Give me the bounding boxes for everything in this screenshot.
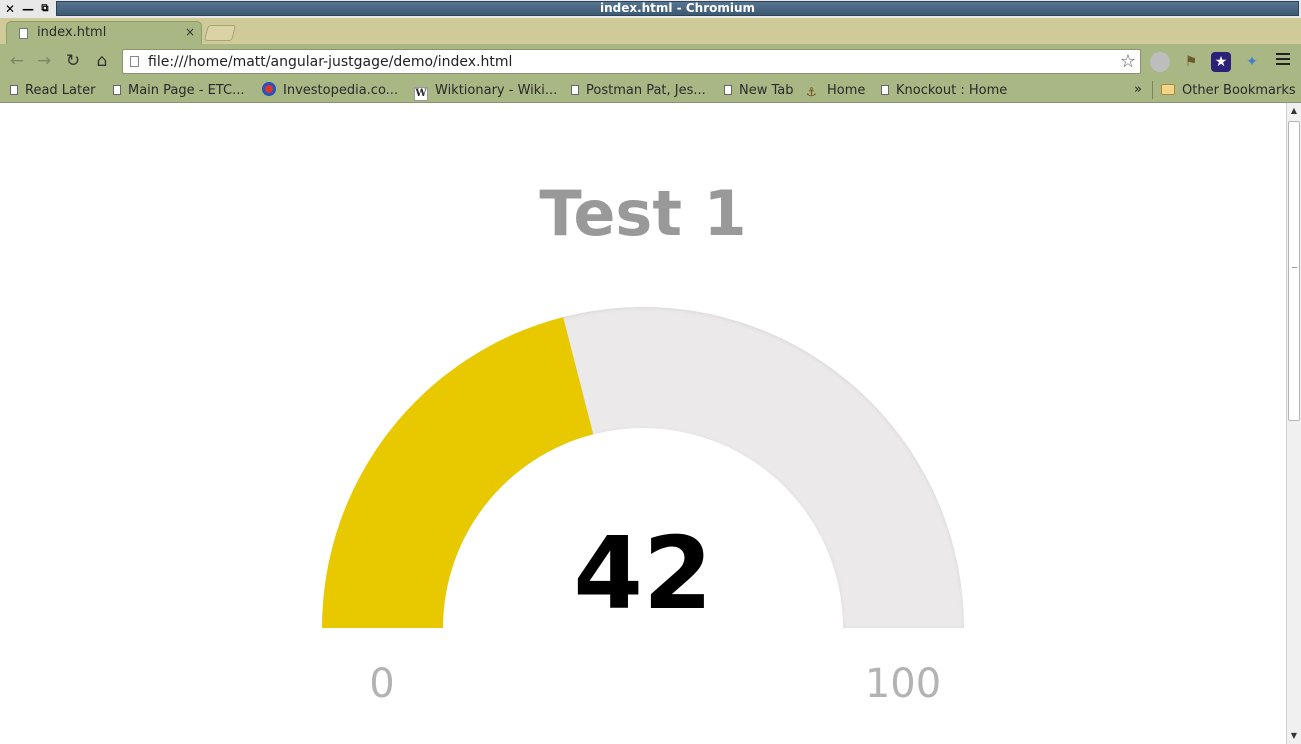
bookmark-label: Main Page - ETC... <box>128 83 245 98</box>
tab-label: index.html <box>37 25 107 40</box>
bookmarks-bar: Read Later Main Page - ETC... Investoped… <box>0 78 1301 103</box>
page-icon <box>10 85 18 95</box>
window-restore-button[interactable]: ⧉ <box>38 2 52 16</box>
ghostery-icon[interactable] <box>1150 52 1170 72</box>
window-titlebar: ✕ — ⧉ index.html - Chromium <box>0 0 1301 18</box>
bookmark-label: Postman Pat, Jes... <box>586 83 706 98</box>
space-icon[interactable]: ★ <box>1211 52 1231 72</box>
menu-icon[interactable] <box>1276 53 1290 67</box>
investopedia-icon <box>262 82 276 96</box>
scroll-thumb[interactable] <box>1288 121 1300 421</box>
scroll-down-icon[interactable]: ▼ <box>1287 730 1301 742</box>
page-icon <box>19 28 28 39</box>
home-icon[interactable]: ⌂ <box>91 50 113 72</box>
bookmark-label: Home <box>827 83 866 98</box>
scroll-up-icon[interactable]: ▲ <box>1287 105 1301 117</box>
bookmark-knockout[interactable]: Knockout : Home <box>881 82 1007 100</box>
bookmark-wiktionary[interactable]: W Wiktionary - Wiki... <box>414 82 558 101</box>
window-title: index.html - Chromium <box>599 1 756 15</box>
tab-close-icon[interactable]: × <box>185 25 195 39</box>
bookmark-postman-pat[interactable]: Postman Pat, Jes... <box>571 82 706 100</box>
bookmark-label: Knockout : Home <box>896 83 1008 98</box>
home-icon: ⚓ <box>806 85 817 99</box>
wikipedia-icon: W <box>414 87 428 101</box>
url-text[interactable]: file:///home/matt/angular-justgage/demo/… <box>148 54 512 70</box>
page-content: Test 1 42 0 100 <box>0 103 1286 744</box>
scroll-grip <box>1292 267 1297 268</box>
reload-icon[interactable]: ↻ <box>62 50 84 72</box>
puzzle-icon[interactable]: ✦ <box>1242 52 1262 72</box>
gauge: 42 0 100 <box>322 307 964 707</box>
bookmark-label: Other Bookmarks <box>1182 83 1296 98</box>
tab-strip: index.html × <box>0 18 1301 44</box>
arrow-right-icon[interactable]: → <box>33 50 55 72</box>
bookmarks-overflow-icon[interactable]: » <box>1134 82 1142 97</box>
address-bar[interactable]: file:///home/matt/angular-justgage/demo/… <box>122 49 1141 74</box>
new-tab-button[interactable] <box>203 25 237 41</box>
page-icon <box>130 56 139 67</box>
page-icon <box>881 85 889 95</box>
page-icon <box>571 85 579 95</box>
bookmarks-divider <box>1152 81 1153 99</box>
window-minimize-button[interactable]: — <box>21 2 35 16</box>
bookmark-label: Investopedia.co... <box>283 83 399 98</box>
bookmark-investopedia[interactable]: Investopedia.co... <box>262 82 398 100</box>
gauge-min-label: 0 <box>369 661 394 707</box>
folder-icon <box>1161 84 1175 95</box>
tab-index-html[interactable]: index.html × <box>6 21 202 44</box>
bookmark-other-bookmarks[interactable]: Other Bookmarks <box>1161 82 1296 100</box>
flashlight-icon[interactable]: ⚑ <box>1181 52 1201 72</box>
bookmark-read-later[interactable]: Read Later <box>10 82 95 100</box>
bookmark-label: New Tab <box>739 83 794 98</box>
bookmark-new-tab[interactable]: New Tab <box>724 82 794 100</box>
arrow-left-icon[interactable]: ← <box>6 50 28 72</box>
page-icon <box>113 85 121 95</box>
bookmark-label: Read Later <box>25 83 96 98</box>
bookmark-label: Wiktionary - Wiki... <box>435 83 558 98</box>
gauge-max-label: 100 <box>865 661 941 707</box>
star-icon[interactable]: ☆ <box>1120 51 1136 72</box>
bookmark-main-page[interactable]: Main Page - ETC... <box>113 82 244 100</box>
vertical-scrollbar[interactable]: ▲ ▼ <box>1286 103 1301 744</box>
gauge-value: 42 <box>573 515 712 632</box>
window-close-button[interactable]: ✕ <box>3 2 17 16</box>
gauge-level <box>322 317 594 628</box>
browser-toolbar: ← → ↻ ⌂ file:///home/matt/angular-justga… <box>0 44 1301 78</box>
bookmark-home[interactable]: ⚓ Home <box>806 82 865 100</box>
page-icon <box>724 85 732 95</box>
